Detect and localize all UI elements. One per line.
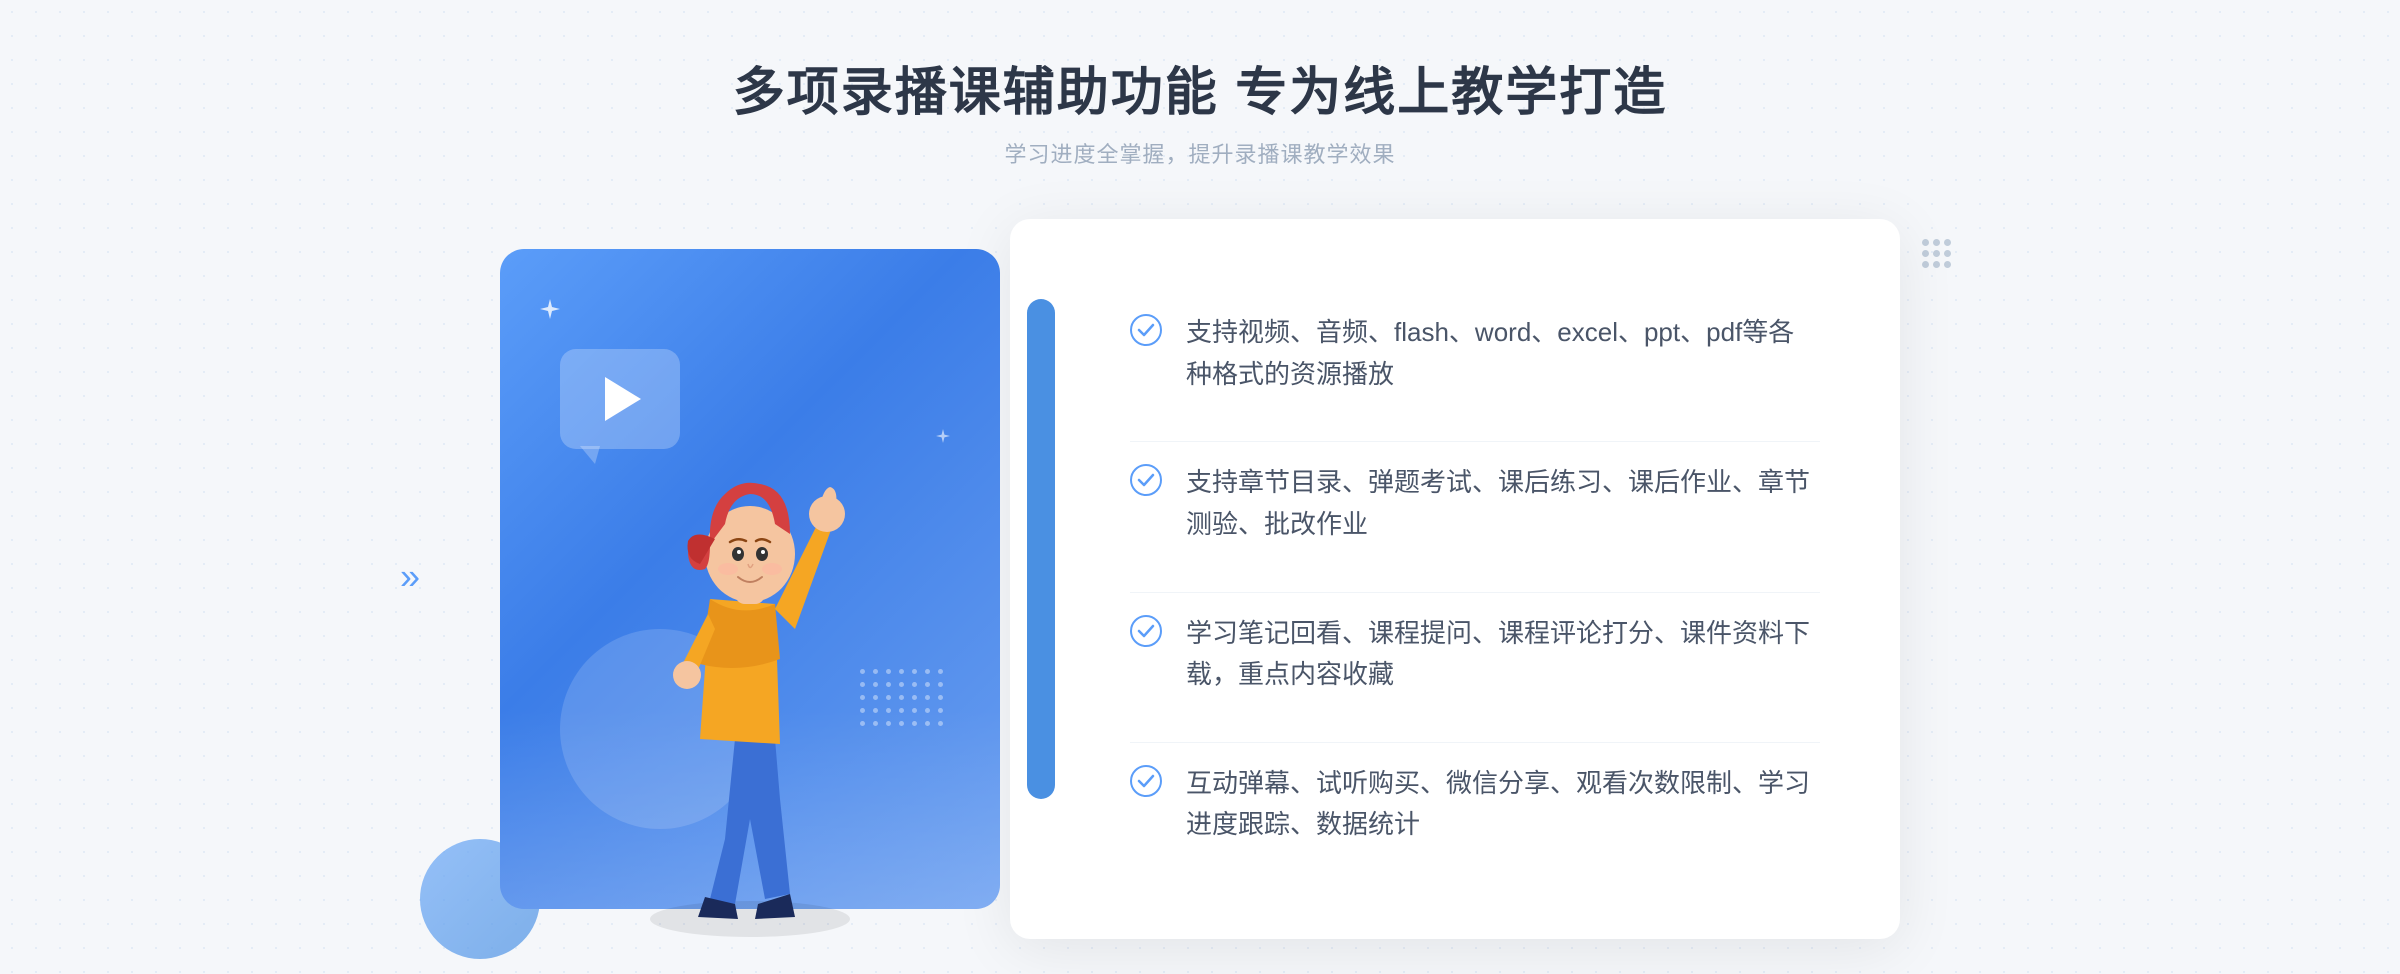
svg-text:»: »: [400, 557, 420, 597]
feature-item-1: 支持视频、音频、flash、word、excel、ppt、pdf等各种格式的资源…: [1130, 292, 1820, 415]
feature-item-2: 支持章节目录、弹题考试、课后练习、课后作业、章节测验、批改作业: [1130, 441, 1820, 565]
page-title: 多项录播课辅助功能 专为线上教学打造: [733, 50, 1667, 125]
header-left-dots: [687, 97, 713, 123]
feature-text-3: 学习笔记回看、课程提问、课程评论打分、课件资料下载，重点内容收藏: [1186, 613, 1820, 696]
header-right-dots: [1687, 97, 1713, 123]
top-right-dots: [1922, 239, 1950, 267]
sparkle-2: [936, 429, 950, 448]
feature-item-3: 学习笔记回看、课程提问、课程评论打分、课件资料下载，重点内容收藏: [1130, 592, 1820, 716]
header-section: 多项录播课辅助功能 专为线上教学打造 学习进度全掌握，提升录播课教学效果: [687, 50, 1713, 169]
white-bar: [1027, 299, 1055, 799]
feature-item-4: 互动弹幕、试听购买、微信分享、观看次数限制、学习进度跟踪、数据统计: [1130, 742, 1820, 866]
left-chevron: »: [400, 557, 440, 602]
page-subtitle: 学习进度全掌握，提升录播课教学效果: [733, 137, 1667, 169]
sparkle-1: [540, 299, 560, 324]
page-container: 多项录播课辅助功能 专为线上教学打造 学习进度全掌握，提升录播课教学效果 »: [0, 0, 2400, 974]
right-panel: 支持视频、音频、flash、word、excel、ppt、pdf等各种格式的资源…: [1010, 219, 1900, 939]
feature-text-4: 互动弹幕、试听购买、微信分享、观看次数限制、学习进度跟踪、数据统计: [1186, 763, 1820, 846]
person-illustration: [580, 359, 920, 939]
feature-text-2: 支持章节目录、弹题考试、课后练习、课后作业、章节测验、批改作业: [1186, 462, 1820, 545]
feature-text-1: 支持视频、音频、flash、word、excel、ppt、pdf等各种格式的资源…: [1186, 312, 1820, 395]
check-icon-2: [1130, 464, 1162, 496]
content-area: »: [500, 219, 1900, 939]
check-icon-3: [1130, 615, 1162, 647]
check-icon-1: [1130, 314, 1162, 346]
illustration-area: [500, 219, 1040, 939]
check-icon-4: [1130, 765, 1162, 797]
